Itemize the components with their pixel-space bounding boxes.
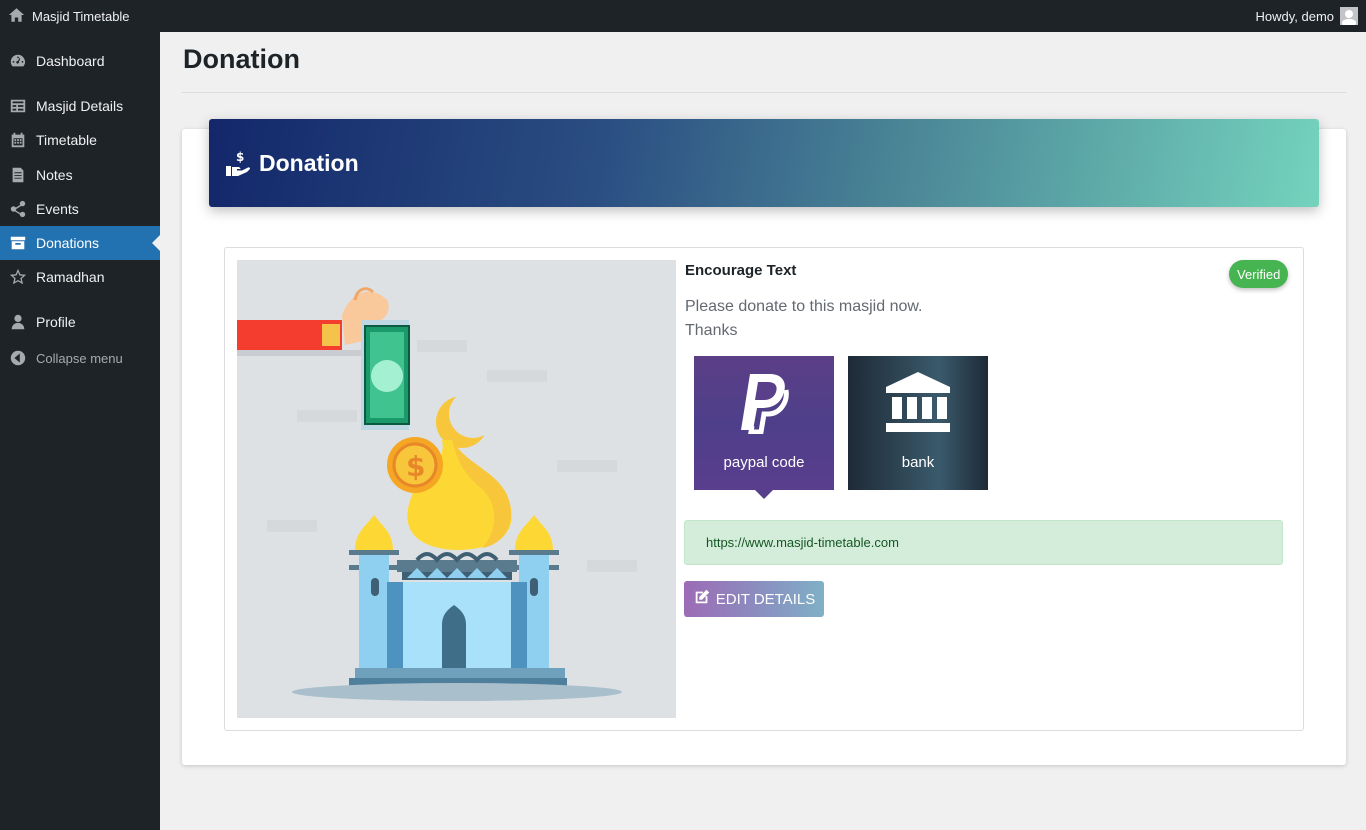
paypal-icon: [738, 368, 790, 438]
sidebar-item-label: Dashboard: [36, 53, 105, 69]
sidebar-item-label: Profile: [36, 314, 76, 330]
star-icon: [0, 268, 36, 286]
sidebar-item-label: Ramadhan: [36, 269, 105, 285]
edit-details-label: EDIT DETAILS: [715, 590, 816, 608]
sidebar-item-label: Notes: [36, 167, 73, 183]
sidebar-item-label: Masjid Details: [36, 98, 124, 114]
status-badge: Verified: [1229, 260, 1289, 288]
payment-tile-bank[interactable]: bank: [848, 356, 988, 490]
card-header-title: Donation: [259, 149, 359, 176]
greeting-text: Howdy, demo: [1255, 8, 1334, 24]
admin-bar: Masjid Timetable Howdy, demo: [0, 0, 1366, 32]
table-icon: [0, 97, 36, 115]
sidebar-item-label: Donations: [36, 235, 100, 251]
encourage-text-body: Please donate to this masjid now. Thanks: [685, 295, 922, 343]
sidebar-item-label: Timetable: [36, 132, 97, 148]
bank-icon: [884, 368, 952, 438]
sidebar-item-profile[interactable]: Profile: [0, 305, 160, 339]
encourage-text-heading: Encourage Text: [685, 262, 797, 279]
archive-icon: [0, 234, 36, 252]
sidebar-item-notes[interactable]: Notes: [0, 158, 160, 192]
title-divider: [182, 92, 1346, 93]
mosque-donation-illustration: $: [237, 260, 676, 718]
payment-tile-label: paypal code: [723, 454, 805, 471]
card-header: $ Donation: [209, 119, 1319, 207]
user-icon: [0, 313, 36, 331]
dashboard-icon: [0, 52, 36, 70]
svg-text:$: $: [406, 450, 425, 483]
admin-sidebar: Dashboard Masjid Details Timetable Notes…: [0, 32, 160, 830]
page-title: Donation: [183, 44, 300, 74]
sidebar-item-ramadhan[interactable]: Ramadhan: [0, 260, 160, 294]
avatar: [1340, 7, 1358, 25]
collapse-menu-label: Collapse menu: [36, 350, 123, 366]
encourage-line-1: Please donate to this masjid now.: [685, 298, 923, 315]
sidebar-item-donations[interactable]: Donations: [0, 226, 160, 260]
payment-url-box: https://www.masjid-timetable.com: [684, 520, 1283, 565]
sidebar-item-label: Events: [36, 201, 79, 217]
calendar-icon: [0, 131, 36, 149]
sidebar-item-events[interactable]: Events: [0, 192, 160, 226]
sidebar-item-dashboard[interactable]: Dashboard: [0, 44, 160, 78]
share-icon: [0, 200, 36, 218]
payment-tile-label: bank: [901, 454, 935, 471]
sidebar-item-timetable[interactable]: Timetable: [0, 123, 160, 157]
payment-tile-paypal[interactable]: paypal code: [694, 356, 834, 499]
site-name: Masjid Timetable: [32, 8, 130, 24]
payment-url-text[interactable]: https://www.masjid-timetable.com: [706, 535, 899, 550]
collapse-icon: [0, 349, 36, 367]
collapse-menu-button[interactable]: Collapse menu: [0, 341, 160, 375]
site-name-link[interactable]: Masjid Timetable: [8, 0, 130, 32]
sidebar-item-masjid-details[interactable]: Masjid Details: [0, 89, 160, 123]
edit-icon: [693, 588, 711, 610]
document-icon: [0, 166, 36, 184]
svg-text:$: $: [236, 150, 244, 164]
edit-details-button[interactable]: EDIT DETAILS: [684, 581, 824, 617]
encourage-line-2: Thanks: [685, 322, 738, 339]
donate-hand-icon: $: [225, 149, 253, 177]
user-menu[interactable]: Howdy, demo: [1255, 0, 1358, 32]
home-icon: [8, 7, 25, 26]
